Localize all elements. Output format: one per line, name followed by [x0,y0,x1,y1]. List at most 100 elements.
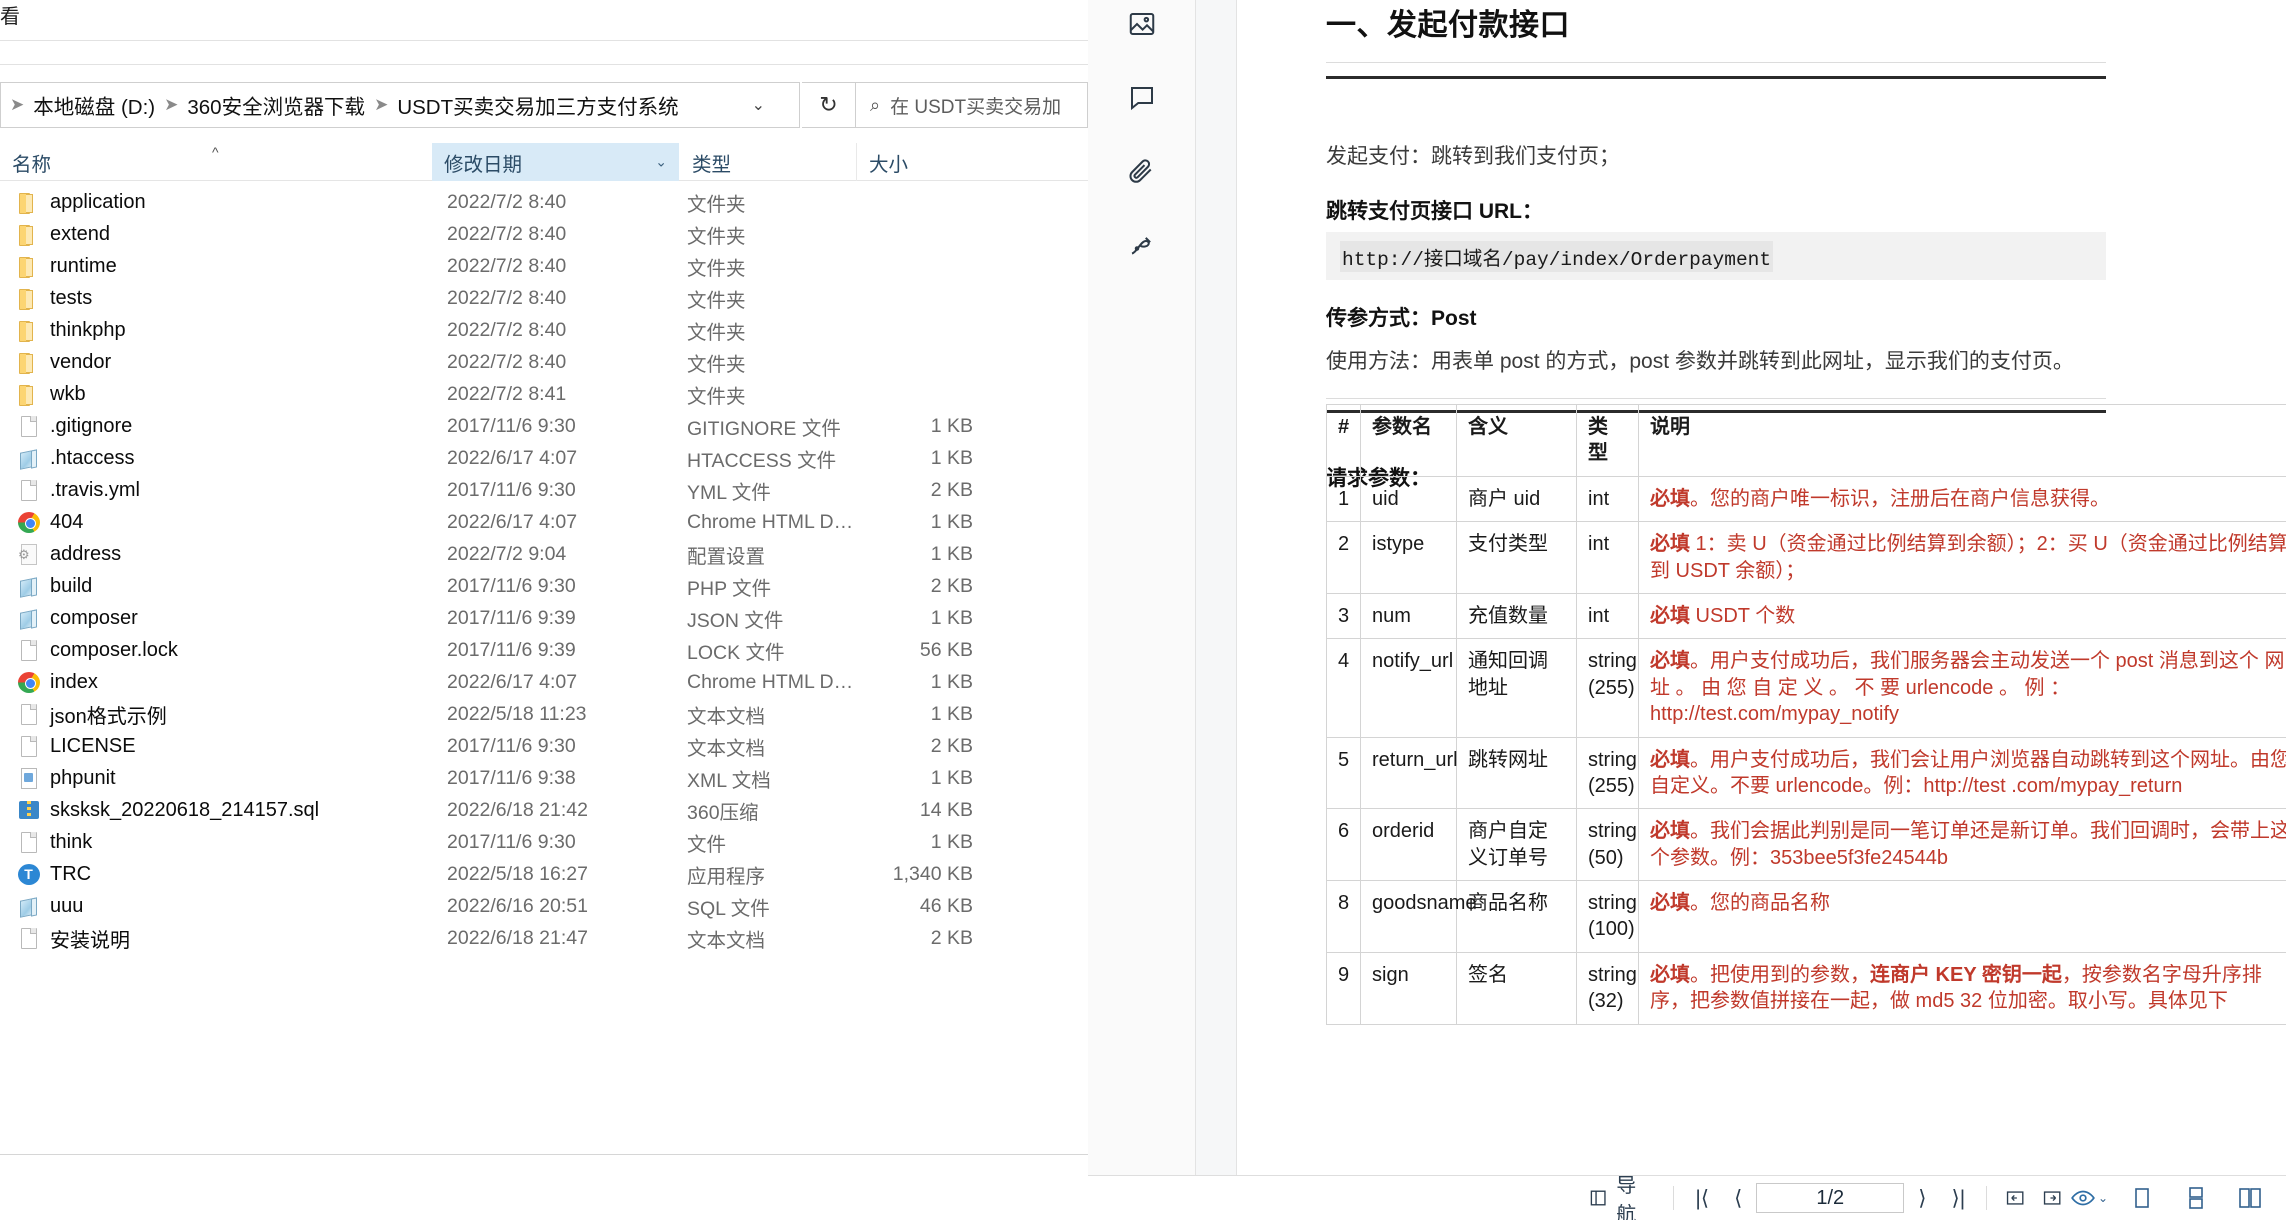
config-icon [18,543,40,565]
page-number-input[interactable]: 1/2 [1756,1183,1905,1213]
file-row[interactable]: LICENSE 2017/11/6 9:30 文本文档 2 KB [0,730,1088,762]
file-row[interactable]: tests 2022/7/2 8:40 文件夹 [0,282,1088,314]
file-row[interactable]: .htaccess 2022/6/17 4:07 HTACCESS 文件 1 KB [0,442,1088,474]
file-list[interactable]: application 2022/7/2 8:40 文件夹 extend 2022/7/… [0,186,1088,954]
column-header-name[interactable]: 名称 ^ [0,143,432,181]
file-name-cell[interactable]: TRC [0,863,432,886]
file-name-cell[interactable]: think [0,831,432,854]
previous-view-button[interactable] [1997,1176,2033,1220]
file-row[interactable]: build 2017/11/6 9:30 PHP 文件 2 KB [0,570,1088,602]
breadcrumb-address-bar[interactable]: ➤ 本地磁盘 (D:) ➤ 360安全浏览器下载 ➤ USDT买卖交易加三方支付… [0,82,800,128]
file-row[interactable]: address 2022/7/2 9:04 配置设置 1 KB [0,538,1088,570]
file-row[interactable]: thinkphp 2022/7/2 8:40 文件夹 [0,314,1088,346]
folder-icon [18,191,40,214]
file-name-cell[interactable]: vendor [0,351,432,374]
file-name-label: application [50,190,146,213]
file-name-cell[interactable]: tests [0,287,432,310]
view-mode-dropdown[interactable]: ⌄ [2070,1185,2108,1211]
sort-ascending-icon: ^ [212,144,219,160]
comment-tool-icon[interactable] [1118,74,1166,122]
refresh-button[interactable]: ↻ [802,82,856,128]
file-name-cell[interactable]: json格式示例 [0,700,432,729]
file-row[interactable]: runtime 2022/7/2 8:40 文件夹 [0,250,1088,282]
method-label: 传参方式：Post [1326,307,1477,330]
file-name-cell[interactable]: sksksk_20220618_214157.sql [0,799,432,822]
file-name-label: index [50,670,98,693]
file-row[interactable]: extend 2022/7/2 8:40 文件夹 [0,218,1088,250]
file-name-cell[interactable]: composer.lock [0,639,432,662]
file-name-cell[interactable]: runtime [0,255,432,278]
chevron-down-icon[interactable]: ⌄ [752,95,765,115]
file-date-cell: 2017/11/6 9:38 [447,766,576,789]
file-name-cell[interactable]: 安装说明 [0,924,432,953]
file-name-cell[interactable]: index [0,671,432,694]
file-row[interactable]: wkb 2022/7/2 8:41 文件夹 [0,378,1088,410]
next-page-button[interactable]: ⟩ [1904,1176,1940,1220]
navigation-label[interactable]: 导航 [1616,1169,1663,1220]
file-name-cell[interactable]: thinkphp [0,319,432,342]
last-page-button[interactable]: ⟩| [1940,1176,1976,1220]
file-row[interactable]: sksksk_20220618_214157.sql 2022/6/18 21:4… [0,794,1088,826]
file-name-cell[interactable]: .gitignore [0,415,432,438]
previous-page-button[interactable]: ⟨ [1720,1176,1756,1220]
file-row[interactable]: TRC 2022/5/18 16:27 应用程序 1,340 KB [0,858,1088,890]
file-name-cell[interactable]: uuu [0,895,432,918]
column-header-type[interactable]: 类型 [680,143,856,181]
document-icon [18,831,40,853]
file-name-cell[interactable]: composer [0,607,432,630]
file-row[interactable]: think 2017/11/6 9:30 文件 1 KB [0,826,1088,858]
address-bar-row: ➤ 本地磁盘 (D:) ➤ 360安全浏览器下载 ➤ USDT买卖交易加三方支付… [0,82,1088,128]
image-tool-icon[interactable] [1118,0,1166,48]
folder-icon [18,287,40,310]
file-name-cell[interactable]: 404 [0,511,432,534]
file-size-cell: 2 KB [930,574,973,597]
signature-tool-icon[interactable] [1118,222,1166,270]
attachment-tool-icon[interactable] [1118,148,1166,196]
file-row[interactable]: phpunit 2017/11/6 9:38 XML 文档 1 KB [0,762,1088,794]
file-row[interactable]: 安装说明 2022/6/18 21:47 文本文档 2 KB [0,922,1088,954]
description-text: 。把使用到的参数， [1690,963,1870,986]
first-page-button[interactable]: |⟨ [1684,1176,1720,1220]
single-page-view-button[interactable] [2122,1176,2162,1220]
file-date-cell: 2022/7/2 9:04 [447,542,567,565]
file-name-cell[interactable]: wkb [0,383,432,406]
file-name-cell[interactable]: LICENSE [0,735,432,758]
file-date-cell: 2017/11/6 9:30 [447,414,576,437]
column-header-name-label: 名称 [12,153,52,176]
explorer-top-strip: 看 [0,0,1088,40]
file-name-cell[interactable]: phpunit [0,767,432,790]
next-view-button[interactable] [2034,1176,2070,1220]
search-input[interactable]: ⌕ 在 USDT买卖交易加 [856,82,1088,128]
file-name-cell[interactable]: application [0,191,432,214]
breadcrumb-item-1[interactable]: 360安全浏览器下载 [187,90,365,120]
file-row[interactable]: composer.lock 2017/11/6 9:39 LOCK 文件 56 KB [0,634,1088,666]
column-header-size[interactable]: 大小 [856,143,996,181]
file-row[interactable]: .travis.yml 2017/11/6 9:30 YML 文件 2 KB [0,474,1088,506]
file-row[interactable]: json格式示例 2022/5/18 11:23 文本文档 1 KB [0,698,1088,730]
breadcrumb-item-2[interactable]: USDT买卖交易加三方支付系统 [397,90,678,120]
file-name-cell[interactable]: .htaccess [0,447,432,470]
facing-page-view-button[interactable] [2230,1176,2270,1220]
column-header-date[interactable]: 修改日期 ⌄ [432,143,679,181]
file-name-cell[interactable]: address [0,543,432,566]
file-name-cell[interactable]: .travis.yml [0,479,432,502]
file-row[interactable]: uuu 2022/6/16 20:51 SQL 文件 46 KB [0,890,1088,922]
file-name-label: wkb [50,382,86,405]
file-row[interactable]: composer 2017/11/6 9:39 JSON 文件 1 KB [0,602,1088,634]
file-row[interactable]: application 2022/7/2 8:40 文件夹 [0,186,1088,218]
file-row[interactable]: index 2022/6/17 4:07 Chrome HTML Doc... 1 K… [0,666,1088,698]
file-size-cell: 1 KB [930,542,973,565]
file-name-cell[interactable]: extend [0,223,432,246]
file-row[interactable]: vendor 2022/7/2 8:40 文件夹 [0,346,1088,378]
file-row[interactable]: .gitignore 2017/11/6 9:30 GITIGNORE 文件 1 KB [0,410,1088,442]
navigation-panel-button[interactable] [1580,1176,1616,1220]
chevron-down-icon[interactable]: ⌄ [655,154,667,171]
cell-description: 必填 USDT 个数 [1638,592,2286,640]
file-row[interactable]: 404 2022/6/17 4:07 Chrome HTML Doc... 1 KB [0,506,1088,538]
breadcrumb-item-0[interactable]: 本地磁盘 (D:) [33,90,155,120]
file-date-cell: 2022/7/2 8:40 [447,350,567,373]
chevron-down-icon[interactable]: ⌄ [2098,1191,2108,1205]
file-name-cell[interactable]: build [0,575,432,598]
continuous-page-view-button[interactable] [2176,1176,2216,1220]
file-type-cell: 文本文档 [687,705,766,728]
